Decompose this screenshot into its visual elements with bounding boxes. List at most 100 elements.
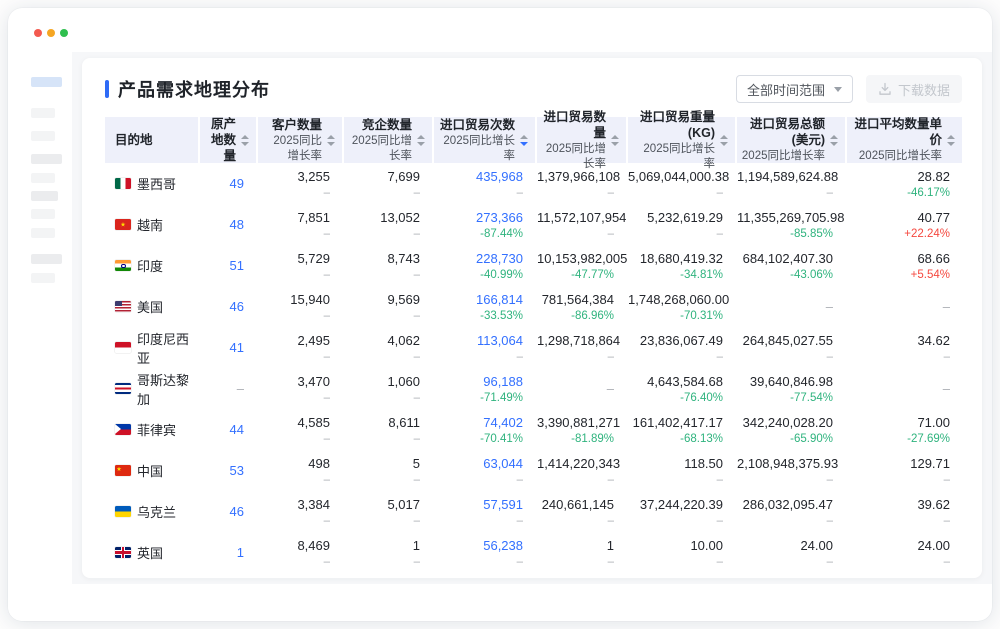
growth-value: – (258, 186, 330, 201)
sort-icon[interactable] (520, 135, 528, 146)
download-data-button[interactable]: 下载数据 (866, 75, 962, 103)
sort-icon[interactable] (720, 135, 728, 146)
origin-count-link[interactable]: 53 (200, 462, 244, 480)
column-header[interactable]: 进口平均数量单价2025同比增长率 (847, 117, 962, 163)
growth-value: – (344, 186, 420, 201)
origin-count-link[interactable]: 46 (200, 298, 244, 316)
origin-count-link[interactable]: 49 (200, 175, 244, 193)
cell-value: 37,244,220.39 (628, 496, 723, 514)
growth-value: – (258, 473, 330, 488)
column-header[interactable]: 进口贸易数量2025同比增长率 (537, 117, 626, 163)
flag-icon (115, 260, 131, 271)
growth-value: – (737, 514, 833, 529)
growth-value: – (258, 514, 330, 529)
growth-value: – (258, 268, 330, 283)
time-range-select[interactable]: 全部时间范围 (736, 75, 853, 103)
column-header[interactable]: 进口贸易总额(美元)2025同比增长率 (737, 117, 845, 163)
cell-value: 684,102,407.30 (737, 250, 833, 268)
card-header: 产品需求地理分布 全部时间范围 下载数据 (82, 58, 982, 104)
origin-count-link[interactable]: 41 (200, 339, 244, 357)
origin-count-link[interactable]: 1 (200, 544, 244, 562)
zoom-window-button[interactable] (60, 29, 68, 37)
growth-value: – (434, 186, 523, 201)
sort-icon[interactable] (241, 135, 249, 146)
sidebar-item-placeholder (31, 173, 55, 183)
origin-count-link[interactable]: 44 (200, 421, 244, 439)
destination-cell: 印度 (105, 245, 198, 286)
cell-value: 2,495 (258, 332, 330, 350)
column-header[interactable]: 竞企数量2025同比增长率 (344, 117, 432, 163)
table-cell: 28.82-46.17% (847, 163, 962, 204)
cell-value: 71.00 (847, 414, 950, 432)
sidebar-skeleton (8, 52, 72, 621)
cell-value: 2,108,948,375.93 (737, 455, 833, 473)
table-row[interactable]: 印度尼西亚412,495–4,062–113,064–1,298,718,864… (105, 327, 965, 368)
growth-value: -68.13% (628, 432, 723, 447)
table-cell: 240,661,145– (537, 491, 626, 532)
cell-value: 1,748,268,060.00 (628, 291, 723, 309)
growth-value: +5.54% (847, 268, 950, 283)
minimize-window-button[interactable] (47, 29, 55, 37)
growth-value: – (737, 555, 833, 570)
trade-times-link[interactable]: 113,064 (434, 332, 523, 350)
cell-value: 10,153,982,005 (537, 250, 614, 268)
trade-times-link[interactable]: 57,591 (434, 496, 523, 514)
origin-count-cell: 41 (200, 327, 256, 368)
origin-count-cell: – (200, 368, 256, 409)
cell-value: 8,611 (344, 414, 420, 432)
trade-times-link[interactable]: 56,238 (434, 537, 523, 555)
sort-icon[interactable] (947, 135, 955, 146)
table-row[interactable]: 英国18,469–1–56,238–1–10.00–24.00–24.00– (105, 532, 965, 573)
column-header[interactable]: 进口贸易重量(KG)2025同比增长率 (628, 117, 735, 163)
cell-value: 40.77 (847, 209, 950, 227)
column-header[interactable]: 进口贸易次数2025同比增长率 (434, 117, 535, 163)
trade-times-link[interactable]: 63,044 (434, 455, 523, 473)
trade-times-link[interactable]: 74,402 (434, 414, 523, 432)
sort-icon[interactable] (611, 135, 619, 146)
destination-cell: 中国 (105, 450, 198, 491)
sort-icon[interactable] (417, 135, 425, 146)
sidebar-item-placeholder (31, 273, 55, 283)
growth-value: – (737, 473, 833, 488)
sort-icon[interactable] (830, 135, 838, 146)
table-cell: 15,940– (258, 286, 342, 327)
table-row[interactable]: 越南487,851–13,052–273,366-87.44%11,572,10… (105, 204, 965, 245)
flag-icon (115, 465, 131, 476)
flag-icon (115, 506, 131, 517)
growth-value: – (258, 391, 330, 406)
cell-value: 1,298,718,864 (537, 332, 614, 350)
growth-value: – (344, 473, 420, 488)
growth-value: – (344, 350, 420, 365)
growth-value: – (737, 186, 833, 201)
trade-times-link[interactable]: 273,366 (434, 209, 523, 227)
table-row[interactable]: 印度515,729–8,743–228,730-40.99%10,153,982… (105, 245, 965, 286)
close-window-button[interactable] (34, 29, 42, 37)
column-header[interactable]: 客户数量2025同比增长率 (258, 117, 342, 163)
table-row[interactable]: 美国4615,940–9,569–166,814-33.53%781,564,3… (105, 286, 965, 327)
trade-times-link[interactable]: 435,968 (434, 168, 523, 186)
trade-times-link[interactable]: 228,730 (434, 250, 523, 268)
origin-count-link[interactable]: 48 (200, 216, 244, 234)
country-name: 中国 (137, 461, 163, 480)
table-cell: 10,153,982,005-47.77% (537, 245, 626, 286)
growth-value: – (537, 473, 614, 488)
column-header[interactable]: 原产地数量 (200, 117, 256, 163)
table-cell: 39.62– (847, 491, 962, 532)
table-row[interactable]: 哥斯达黎加–3,470–1,060–96,188-71.49%–4,643,58… (105, 368, 965, 409)
cell-value: 23,836,067.49 (628, 332, 723, 350)
table-row[interactable]: 菲律宾444,585–8,611–74,402-70.41%3,390,881,… (105, 409, 965, 450)
origin-count-link[interactable]: 51 (200, 257, 244, 275)
table-row[interactable]: 乌克兰463,384–5,017–57,591–240,661,145–37,2… (105, 491, 965, 532)
cell-value: 15,940 (258, 291, 330, 309)
column-label: 目的地 (115, 132, 153, 148)
origin-count-link[interactable]: 46 (200, 503, 244, 521)
trade-times-link[interactable]: 166,814 (434, 291, 523, 309)
table-row[interactable]: 墨西哥493,255–7,699–435,968–1,379,966,108–5… (105, 163, 965, 204)
trade-times-link[interactable]: 96,188 (434, 373, 523, 391)
growth-value: -71.49% (434, 391, 523, 406)
sort-icon[interactable] (327, 135, 335, 146)
cell-value: 1,194,589,624.88 (737, 168, 833, 186)
table-cell: 228,730-40.99% (434, 245, 535, 286)
growth-value: – (537, 555, 614, 570)
table-row[interactable]: 中国53498–5–63,044–1,414,220,343–118.50–2,… (105, 450, 965, 491)
